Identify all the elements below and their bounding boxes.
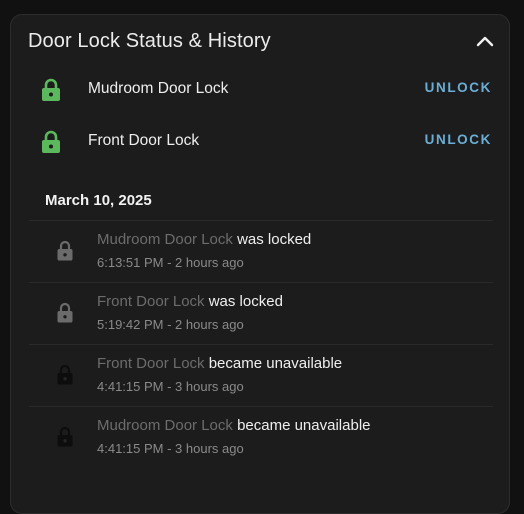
card-title: Door Lock Status & History bbox=[28, 30, 271, 52]
history-time: 4:41:15 PM - 3 hours ago bbox=[97, 441, 244, 456]
card-header: Door Lock Status & History bbox=[11, 15, 509, 71]
history-time: 4:41:15 PM - 3 hours ago bbox=[97, 379, 244, 394]
lock-name: Mudroom Door Lock bbox=[88, 80, 229, 97]
door-lock-card: Door Lock Status & History Mudroom Door … bbox=[10, 14, 510, 514]
lock-icon bbox=[56, 302, 74, 324]
history-entity[interactable]: Mudroom Door Lock bbox=[97, 417, 233, 434]
history-text: Front Door Lock became unavailable bbox=[97, 355, 342, 372]
lock-icon bbox=[56, 426, 74, 448]
history-time: 5:19:42 PM - 2 hours ago bbox=[97, 317, 244, 332]
history-item[interactable]: Mudroom Door Lock was locked 6:13:51 PM … bbox=[29, 220, 493, 281]
history-message: became unavailable bbox=[237, 417, 371, 434]
history-message: became unavailable bbox=[208, 355, 343, 372]
lock-icon bbox=[40, 130, 62, 154]
chevron-up-icon[interactable] bbox=[473, 29, 497, 53]
history-time: 6:13:51 PM - 2 hours ago bbox=[97, 255, 244, 270]
history-entity[interactable]: Front Door Lock bbox=[97, 355, 205, 372]
unlock-button[interactable]: UNLOCK bbox=[425, 132, 492, 147]
history-text: Mudroom Door Lock became unavailable bbox=[97, 417, 371, 434]
lock-name: Front Door Lock bbox=[88, 132, 200, 149]
lock-icon bbox=[56, 364, 74, 386]
history-item[interactable]: Mudroom Door Lock became unavailable 4:4… bbox=[29, 406, 493, 467]
history-text: Mudroom Door Lock was locked bbox=[97, 231, 311, 248]
lock-icon bbox=[56, 240, 74, 262]
unlock-button[interactable]: UNLOCK bbox=[425, 80, 492, 95]
history-message: was locked bbox=[208, 293, 283, 310]
lock-row-mudroom: Mudroom Door Lock UNLOCK bbox=[11, 65, 509, 115]
lock-row-front: Front Door Lock UNLOCK bbox=[11, 117, 509, 167]
history-date-header: March 10, 2025 bbox=[45, 192, 152, 209]
history-message: was locked bbox=[237, 231, 312, 248]
history-entity[interactable]: Front Door Lock bbox=[97, 293, 205, 310]
history-item[interactable]: Front Door Lock was locked 5:19:42 PM - … bbox=[29, 282, 493, 343]
history-item[interactable]: Front Door Lock became unavailable 4:41:… bbox=[29, 344, 493, 405]
lock-icon bbox=[40, 78, 62, 102]
history-text: Front Door Lock was locked bbox=[97, 293, 283, 310]
history-entity[interactable]: Mudroom Door Lock bbox=[97, 231, 233, 248]
